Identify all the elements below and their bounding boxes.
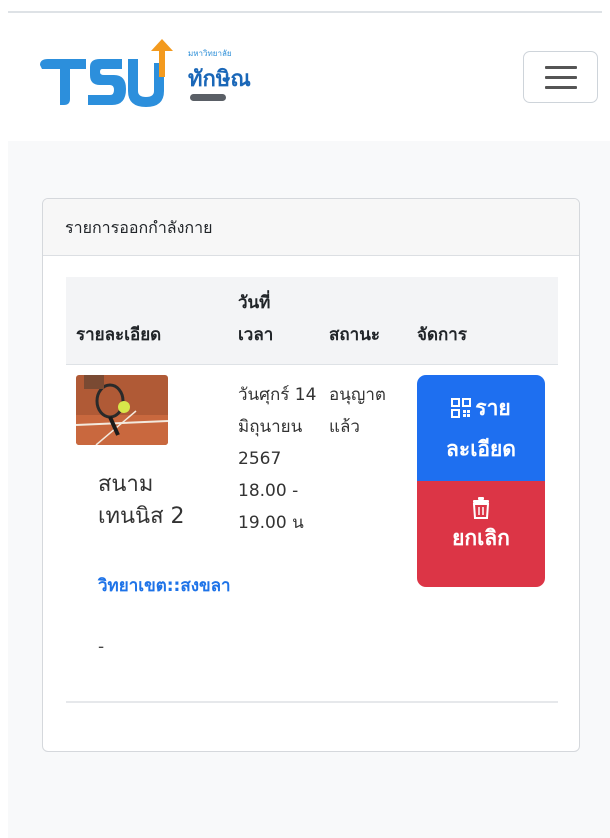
table-row: สนามเทนนิส 2 วิทยาเขต::สงขลา - วันศุกร์ … [66, 365, 558, 703]
cancel-button-label: ยกเลิก [452, 526, 510, 550]
exercise-list-card: รายการออกกำลังกาย รายละเอียด วันที่ เวลา… [42, 198, 580, 752]
university-small-label: มหาวิทยาลัย [188, 49, 232, 58]
tsu-logo-mark-icon [40, 39, 173, 107]
court-detail-cell: สนามเทนนิส 2 วิทยาเขต::สงขลา - [76, 375, 231, 691]
detail-button[interactable]: รายละเอียด [417, 375, 545, 481]
card-title: รายการออกกำลังกาย [43, 199, 579, 256]
tsu-logo[interactable]: มหาวิทยาลัย ทักษิณ [38, 37, 251, 117]
campus-link[interactable]: วิทยาเขต::สงขลา [98, 571, 231, 602]
header-manage: จัดการ [417, 325, 467, 345]
trash-icon [417, 497, 545, 519]
navbar: มหาวิทยาลัย ทักษิณ [8, 13, 610, 141]
court-name: สนามเทนนิส 2 [98, 472, 185, 529]
booking-table: รายละเอียด วันที่ เวลา สถานะ จัดการ สนาม… [66, 277, 558, 703]
header-detail: รายละเอียด [76, 325, 162, 345]
booking-note: - [98, 637, 105, 657]
status-text: อนุญาตแล้ว [329, 385, 386, 437]
header-status: สถานะ [329, 325, 380, 345]
hamburger-icon [544, 65, 577, 69]
qr-grid-icon [451, 392, 472, 430]
header-time: เวลา [238, 325, 274, 345]
menu-toggle-button[interactable] [523, 51, 598, 103]
cancel-button[interactable]: ยกเลิก [417, 481, 545, 587]
table-header: รายละเอียด วันที่ เวลา สถานะ จัดการ [66, 277, 558, 365]
court-thumbnail [76, 375, 168, 445]
university-name: ทักษิณ [188, 67, 251, 92]
logo-bar [190, 94, 226, 101]
booking-datetime: วันศุกร์ 14 มิถุนายน 2567 18.00 - 19.00 … [238, 385, 317, 533]
header-date: วันที่ [238, 293, 271, 313]
